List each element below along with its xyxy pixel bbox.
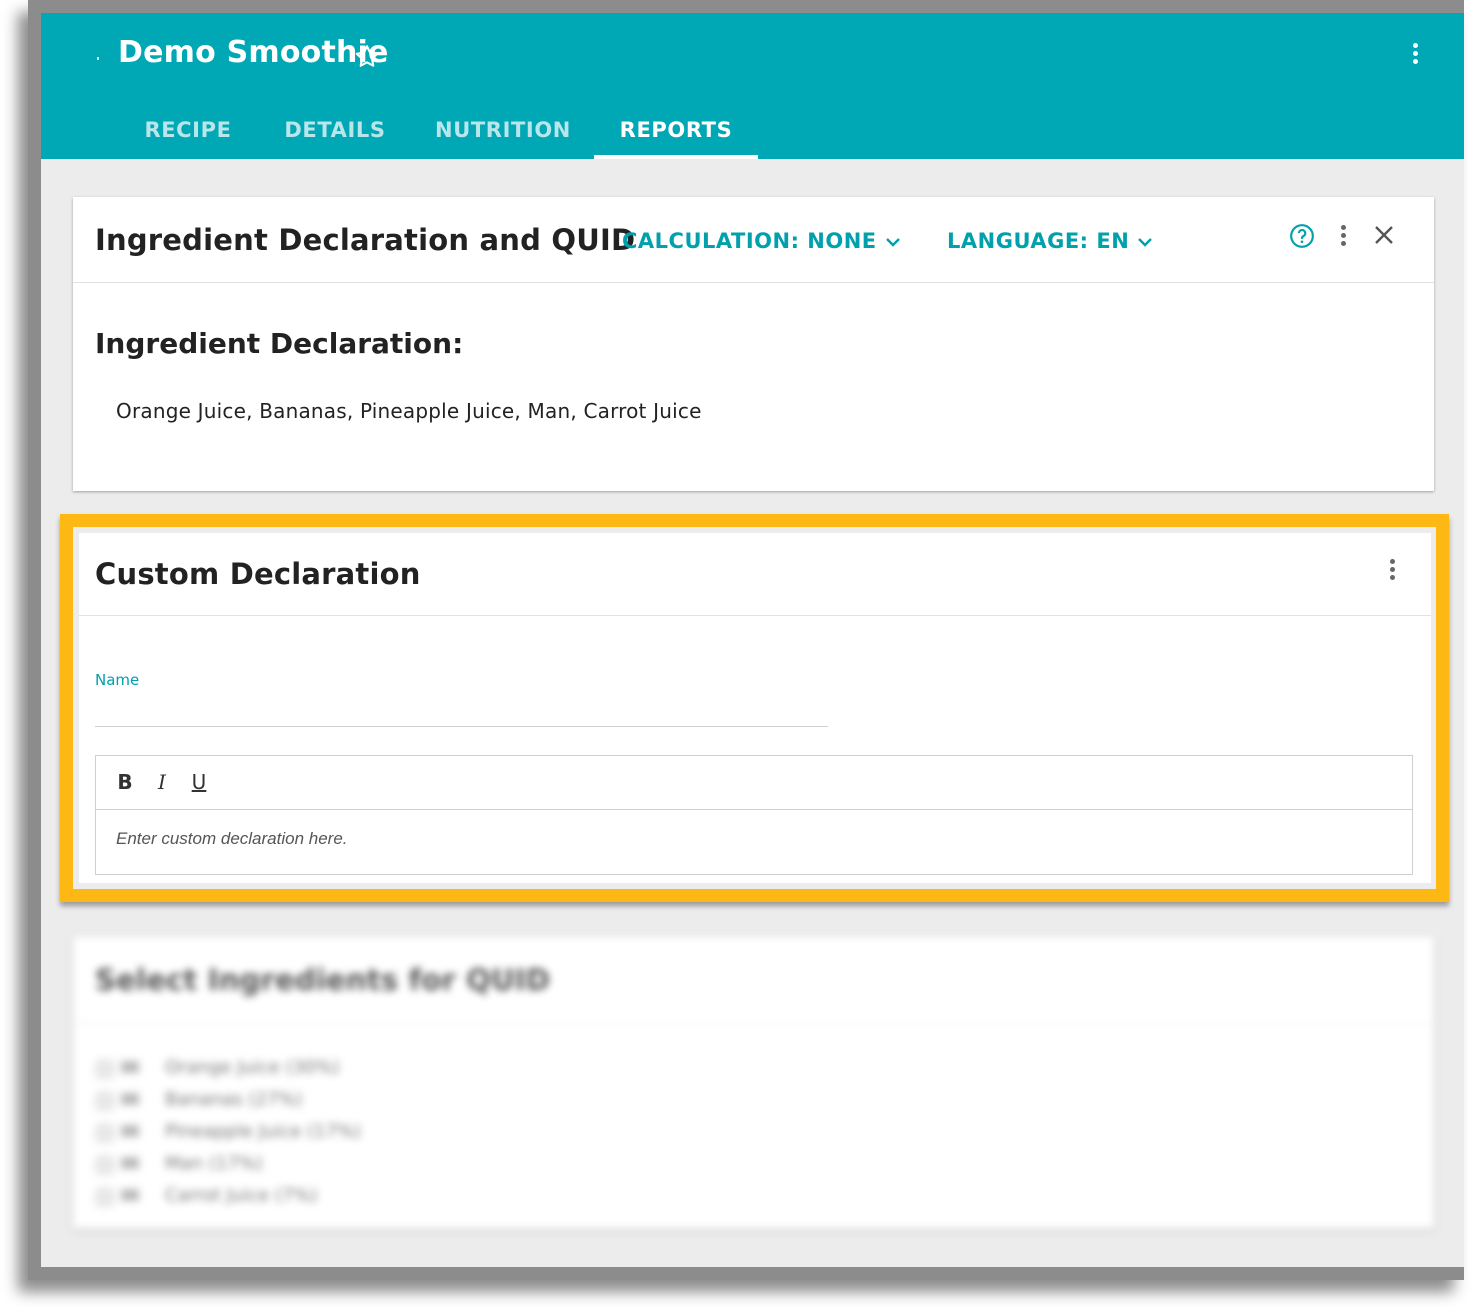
ingredient-declaration-card: Ingredient Declaration and QUID CALCULAT… — [73, 197, 1434, 491]
tab-nutrition[interactable]: NUTRITION — [429, 109, 577, 159]
tab-details[interactable]: DETAILS — [276, 109, 394, 159]
drag-handle-icon — [121, 1061, 139, 1073]
name-field[interactable] — [95, 726, 828, 727]
drag-handle-icon — [121, 1125, 139, 1137]
calculation-dropdown-label: CALCULATION: NONE — [622, 229, 877, 253]
quid-selection-card: Select Ingredients for QUID Orange Juice… — [73, 937, 1434, 1229]
checkbox[interactable] — [95, 1059, 115, 1079]
editor-input[interactable]: Enter custom declaration here. — [116, 829, 348, 849]
tab-recipe[interactable]: RECIPE — [135, 109, 241, 159]
calculation-dropdown[interactable]: CALCULATION: NONE — [622, 229, 901, 253]
more-vert-icon[interactable] — [1338, 225, 1348, 253]
list-item-label: Bananas (27%) — [165, 1089, 303, 1110]
card-title: Custom Declaration — [95, 557, 421, 591]
language-dropdown[interactable]: LANGUAGE: EN — [947, 229, 1153, 253]
card-title: Select Ingredients for QUID — [95, 963, 551, 997]
drag-handle-icon — [121, 1157, 139, 1169]
rich-text-editor: B I U Enter custom declaration here. — [95, 755, 1413, 875]
card-header: Ingredient Declaration and QUID CALCULAT… — [73, 197, 1434, 283]
card-header: Select Ingredients for QUID — [73, 937, 1434, 1023]
close-icon[interactable] — [1373, 224, 1395, 246]
list-item-label: Orange Juice (30%) — [165, 1057, 340, 1078]
list-item-label: Carrot Juice (7%) — [165, 1185, 318, 1206]
italic-button[interactable]: I — [150, 770, 174, 794]
help-icon[interactable] — [1289, 223, 1315, 249]
checkbox[interactable] — [95, 1091, 115, 1111]
more-vert-icon[interactable] — [1410, 43, 1420, 71]
language-dropdown-label: LANGUAGE: EN — [947, 229, 1130, 253]
checkbox[interactable] — [95, 1123, 115, 1143]
section-heading: Ingredient Declaration: — [95, 327, 464, 360]
editor-toolbar: B I U — [96, 756, 1412, 810]
drag-handle-icon — [121, 1189, 139, 1201]
ingredient-declaration-text: Orange Juice, Bananas, Pineapple Juice, … — [116, 399, 702, 423]
bold-button[interactable]: B — [113, 770, 137, 794]
recipe-title: Demo Smoothie — [118, 35, 389, 70]
checkbox[interactable] — [95, 1155, 115, 1175]
chevron-down-icon — [885, 238, 900, 247]
checkbox[interactable] — [95, 1187, 115, 1207]
name-field-label: Name — [95, 671, 140, 689]
star-icon[interactable] — [353, 43, 381, 71]
tab-bar: RECIPE DETAILS NUTRITION REPORTS — [41, 109, 1464, 159]
app-bar: Demo Smoothie RECIPE DETAILS NUTRITION R… — [41, 13, 1464, 159]
chevron-down-icon — [1138, 238, 1153, 247]
more-vert-icon[interactable] — [1387, 559, 1397, 587]
nav-marker — [97, 57, 99, 60]
card-title: Ingredient Declaration and QUID — [95, 223, 636, 257]
app-window: Demo Smoothie RECIPE DETAILS NUTRITION R… — [41, 13, 1464, 1267]
tab-reports[interactable]: REPORTS — [594, 109, 758, 159]
drag-handle-icon — [121, 1093, 139, 1105]
underline-button[interactable]: U — [187, 770, 211, 794]
custom-declaration-card: Custom Declaration Name B I U Enter cust… — [79, 533, 1431, 883]
list-item-label: Pineapple Juice (17%) — [165, 1121, 362, 1142]
list-item-label: Man (17%) — [165, 1153, 263, 1174]
card-header: Custom Declaration — [79, 533, 1431, 616]
